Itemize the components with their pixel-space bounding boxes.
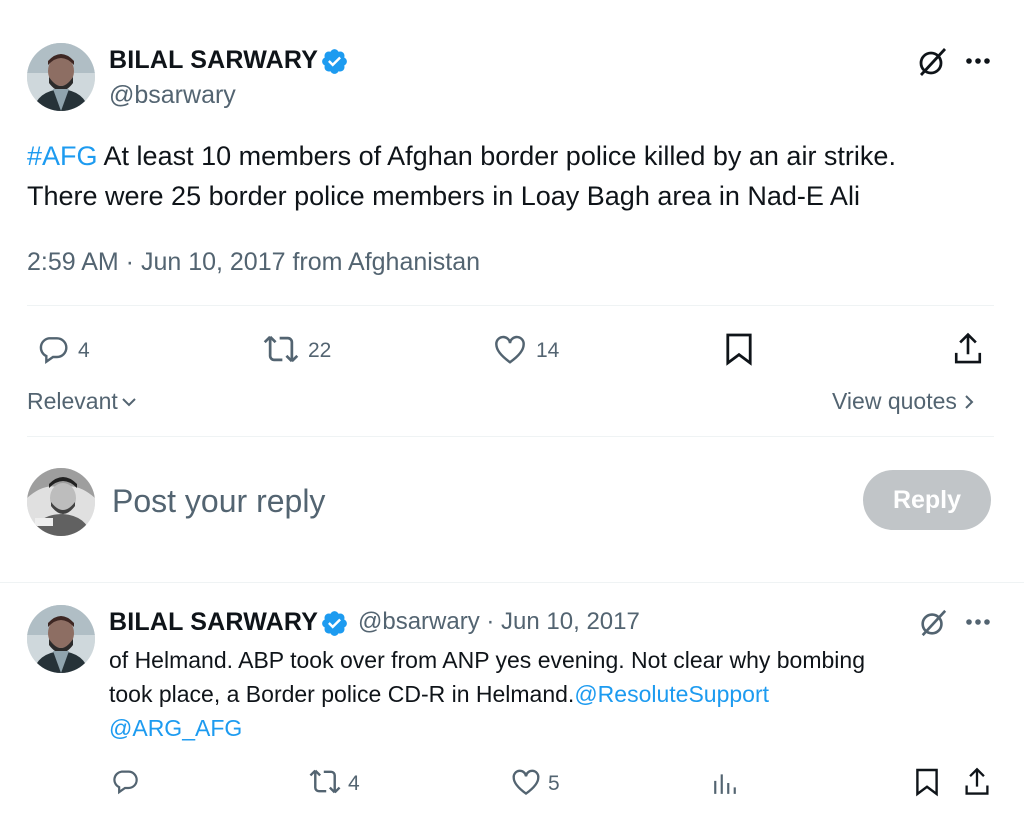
tweet-text-line1: At least 10 members of Afghan border pol… xyxy=(97,141,896,171)
view-quotes-link[interactable]: View quotes xyxy=(832,388,975,415)
retweet-count: 22 xyxy=(308,339,332,362)
reply-handle-date[interactable]: @bsarwary · Jun 10, 2017 xyxy=(358,608,640,636)
share-icon[interactable] xyxy=(963,767,991,797)
sort-label: Relevant xyxy=(27,388,118,414)
bookmark-icon[interactable] xyxy=(915,767,939,797)
reply-author-avatar[interactable] xyxy=(27,605,95,673)
tweet-timestamp[interactable]: 2:59 AM · Jun 10, 2017 from Afghanistan xyxy=(27,248,480,277)
chevron-down-icon xyxy=(120,395,138,409)
tweet-text-line2: There were 25 border police members in L… xyxy=(27,181,860,211)
retweet-icon[interactable] xyxy=(308,768,342,795)
tweet-text: #AFG At least 10 members of Afghan borde… xyxy=(27,136,1007,216)
hashtag-link[interactable]: #AFG xyxy=(27,141,98,171)
reply-button[interactable]: Reply xyxy=(863,470,991,530)
user-avatar[interactable] xyxy=(27,468,95,536)
more-icon[interactable] xyxy=(964,617,992,627)
reply-count: 4 xyxy=(78,339,90,362)
reply-text-line2: took place, a Border police CD-R in Helm… xyxy=(109,681,575,707)
like-count: 14 xyxy=(536,339,560,362)
chevron-right-icon xyxy=(963,393,975,411)
view-quotes-label: View quotes xyxy=(832,388,957,414)
reply-text-line1: of Helmand. ABP took over from ANP yes e… xyxy=(109,647,865,673)
like-icon[interactable] xyxy=(511,769,541,796)
mention-link[interactable]: @ResoluteSupport xyxy=(574,681,769,707)
reply-author-name[interactable]: BILAL SARWARY xyxy=(109,608,318,637)
mention-link[interactable]: @ARG_AFG xyxy=(109,715,242,741)
reply-icon[interactable] xyxy=(36,333,70,365)
reply-tweet-text: of Helmand. ABP took over from ANP yes e… xyxy=(109,643,1009,745)
more-icon[interactable] xyxy=(964,56,992,66)
views-icon[interactable] xyxy=(712,770,738,796)
sort-selector[interactable]: Relevant xyxy=(27,388,138,415)
share-icon[interactable] xyxy=(952,332,984,366)
bookmark-icon[interactable] xyxy=(725,332,753,366)
verified-badge-icon xyxy=(320,47,349,76)
section-divider xyxy=(0,582,1024,583)
retweet-count: 4 xyxy=(348,772,360,795)
author-handle[interactable]: @bsarwary xyxy=(109,81,236,110)
like-icon[interactable] xyxy=(493,335,527,365)
verified-badge-icon xyxy=(320,609,349,638)
author-name[interactable]: BILAL SARWARY xyxy=(109,46,318,75)
author-avatar[interactable] xyxy=(27,43,95,111)
retweet-icon[interactable] xyxy=(262,334,300,364)
divider xyxy=(27,436,994,437)
grok-icon[interactable] xyxy=(916,46,948,78)
like-count: 5 xyxy=(548,772,560,795)
reply-icon[interactable] xyxy=(110,767,140,795)
divider xyxy=(27,305,994,306)
reply-input[interactable] xyxy=(112,478,832,524)
grok-icon[interactable] xyxy=(918,608,948,638)
